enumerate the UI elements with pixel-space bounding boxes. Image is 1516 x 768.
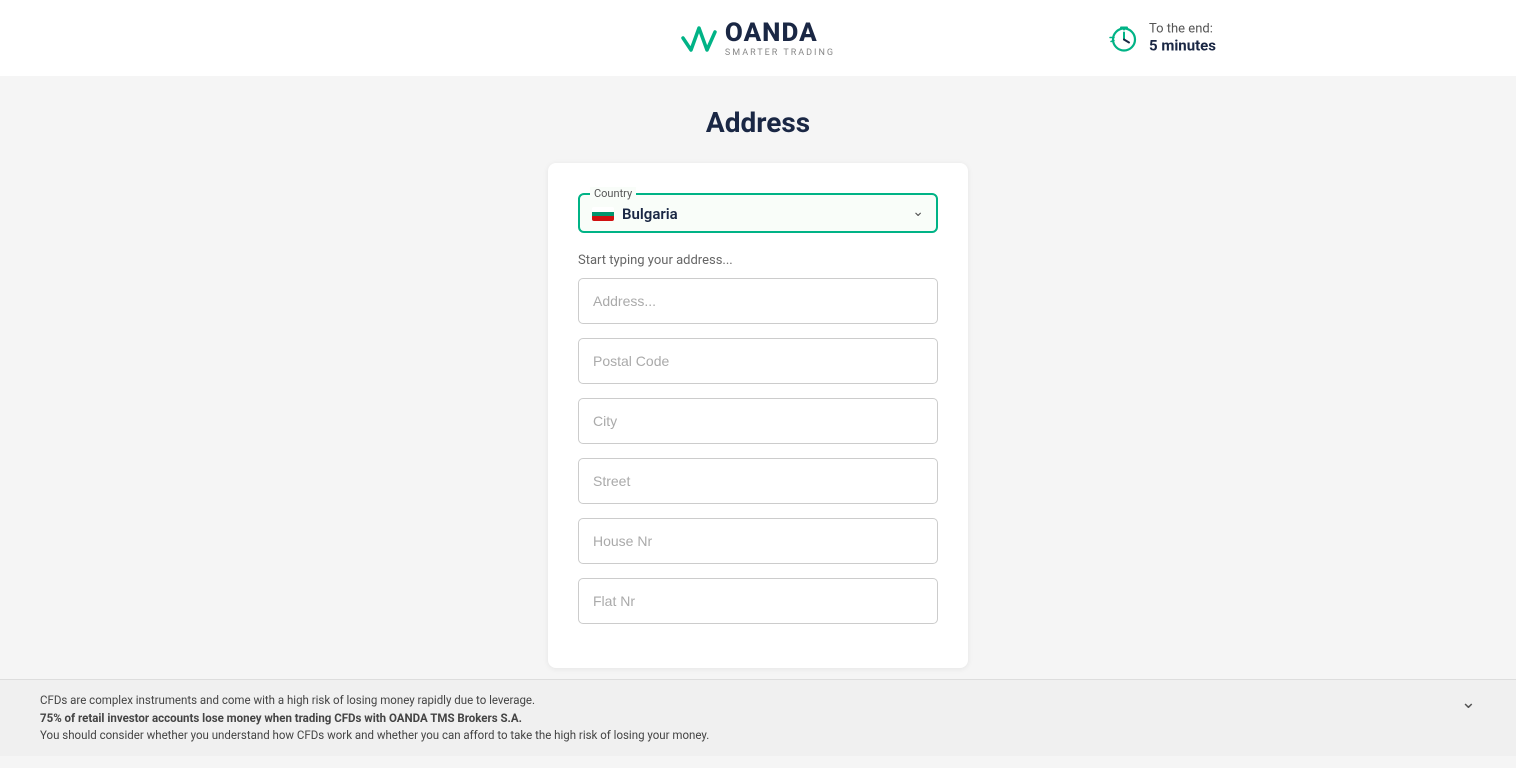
address-input[interactable] bbox=[578, 278, 938, 324]
page-title: Address bbox=[706, 106, 810, 139]
country-field[interactable]: Country Bulgaria ⌄ bbox=[578, 193, 938, 233]
logo: OANDA SMARTER TRADING bbox=[681, 18, 835, 58]
postal-code-input[interactable] bbox=[578, 338, 938, 384]
street-input[interactable] bbox=[578, 458, 938, 504]
main-content: Address Country Bulgaria ⌄ bbox=[0, 76, 1516, 768]
address-hint: Start typing your address... bbox=[578, 253, 938, 268]
timer-value: 5 minutes bbox=[1149, 37, 1216, 55]
header: OANDA SMARTER TRADING To the end: 5 minu… bbox=[0, 0, 1516, 76]
oanda-logo-icon bbox=[681, 18, 717, 58]
bulgaria-flag bbox=[592, 207, 614, 221]
timer: To the end: 5 minutes bbox=[1109, 22, 1216, 55]
house-nr-input[interactable] bbox=[578, 518, 938, 564]
country-label: Country bbox=[590, 187, 636, 200]
city-input[interactable] bbox=[578, 398, 938, 444]
country-value: Bulgaria bbox=[622, 205, 678, 223]
timer-icon bbox=[1109, 23, 1139, 53]
disclaimer-text: CFDs are complex instruments and come wi… bbox=[40, 692, 1441, 744]
form-card: Country Bulgaria ⌄ Start typing your add… bbox=[548, 163, 968, 668]
flat-nr-input[interactable] bbox=[578, 578, 938, 624]
disclaimer-collapse-button[interactable]: ⌄ bbox=[1461, 692, 1476, 713]
country-select[interactable]: Bulgaria ⌄ bbox=[592, 201, 924, 223]
timer-label: To the end: bbox=[1149, 22, 1216, 37]
disclaimer-bar: CFDs are complex instruments and come wi… bbox=[0, 679, 1516, 756]
disclaimer-line2: 75% of retail investor accounts lose mon… bbox=[40, 711, 522, 725]
disclaimer-line3: You should consider whether you understa… bbox=[40, 728, 709, 742]
logo-tagline: SMARTER TRADING bbox=[725, 48, 835, 58]
country-flag-name: Bulgaria bbox=[592, 201, 678, 223]
logo-text: OANDA SMARTER TRADING bbox=[725, 18, 835, 58]
chevron-down-icon: ⌄ bbox=[912, 204, 924, 220]
disclaimer-line1: CFDs are complex instruments and come wi… bbox=[40, 693, 535, 707]
timer-text: To the end: 5 minutes bbox=[1149, 22, 1216, 55]
logo-brand: OANDA bbox=[725, 18, 818, 48]
